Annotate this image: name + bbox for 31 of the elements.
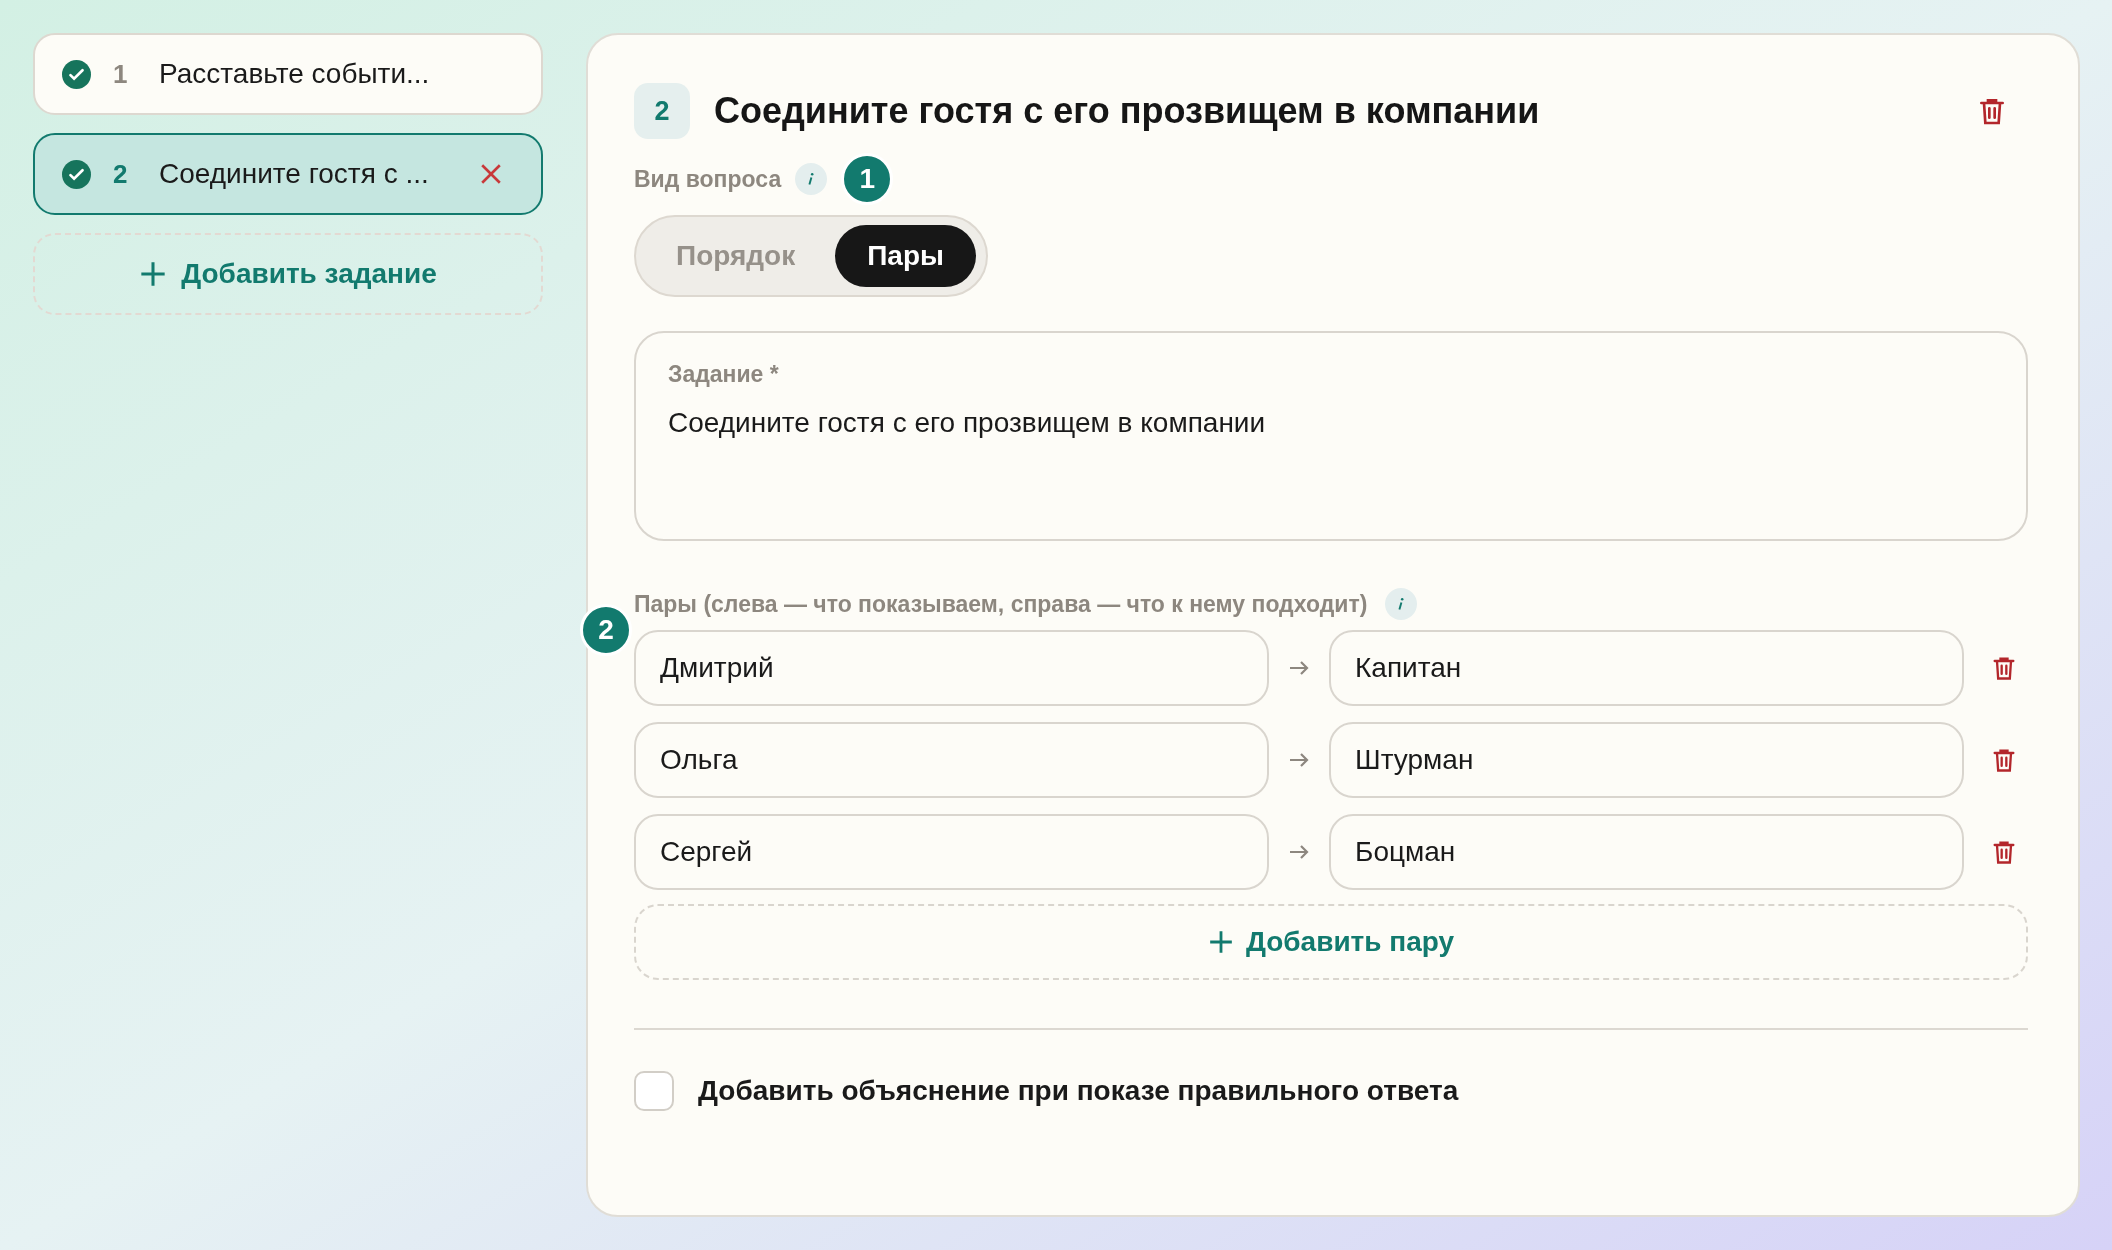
step-badge: 2: [580, 603, 632, 656]
task-title: Соедините гостя с ...: [159, 157, 429, 191]
check-icon: [62, 159, 91, 189]
plus-icon: [1207, 928, 1234, 955]
step-badge: 1: [841, 153, 894, 205]
close-icon[interactable]: [480, 163, 502, 185]
check-icon: [62, 59, 91, 89]
field-label: Пары (слева — что показываем, справа — что к нему подходит): [634, 590, 1368, 619]
text-input[interactable]: Сергей: [634, 813, 1269, 890]
task-field[interactable]: Задание * Соедините гостя с его прозвищем в компании: [634, 331, 2028, 541]
text-input[interactable]: Ольга: [634, 721, 1269, 798]
task-number: 1: [113, 57, 129, 91]
field-value: Соедините гостя с его прозвищем в компании: [668, 405, 1267, 440]
field-label: Вид вопроса: [634, 164, 782, 194]
field-label: Задание *: [668, 360, 780, 389]
add-task-button[interactable]: Добавить задание: [33, 233, 543, 315]
add-pair-button[interactable]: Добавить пару: [634, 903, 2028, 980]
text-input[interactable]: Дмитрий: [634, 629, 1269, 706]
text-input[interactable]: Капитан: [1329, 629, 1964, 706]
task-item[interactable]: 1 Расставьте событи...: [33, 33, 543, 115]
task-number: 2: [113, 157, 129, 191]
task-title: Расставьте событи...: [159, 57, 430, 91]
task-number-badge: 2: [634, 83, 690, 139]
plus-icon: [139, 260, 168, 288]
toggle-option[interactable]: Пары: [835, 225, 976, 287]
checkbox[interactable]: [634, 1070, 674, 1111]
task-item[interactable]: 2 Соедините гостя с ...: [33, 133, 543, 215]
text-input[interactable]: Боцман: [1329, 813, 1964, 890]
text-input[interactable]: Штурман: [1329, 721, 1964, 798]
checkbox-label: Добавить объяснение при показе правильного ответа: [698, 1073, 1459, 1108]
task-heading: Соедините гостя с его прозвищем в компании: [714, 89, 1540, 133]
